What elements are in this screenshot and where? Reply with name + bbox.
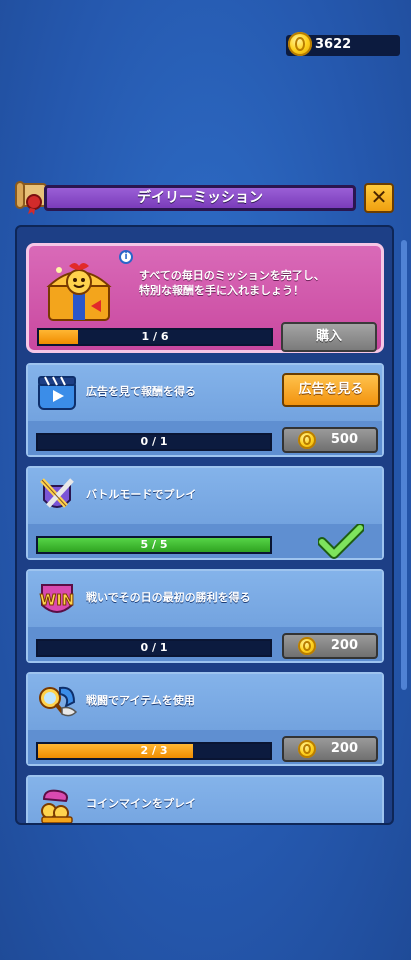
- mission-title: バトルモードでプレイ: [86, 488, 197, 501]
- treasure-chest-icon: [46, 263, 112, 321]
- mission-watch-ad: 広告を見て報酬を得る 広告を見る 0 / 1 500: [26, 363, 384, 457]
- reward-description: すべての毎日のミッションを完了し、 特別な報酬を手に入れましょう！: [139, 268, 379, 298]
- reward-progress-bar: 1 / 6: [37, 328, 273, 346]
- mission-progress-bar: 5 / 5: [36, 536, 272, 554]
- reward-progress-fill: [39, 330, 79, 344]
- page-title: デイリーミッション: [44, 185, 356, 211]
- mission-progress-bar: 2 / 3: [36, 742, 272, 760]
- scrollbar[interactable]: [401, 240, 407, 690]
- mission-first-win: WIN 戦いでその日の最初の勝利を得る 0 / 1 200: [26, 569, 384, 663]
- coin-mine-icon: [41, 789, 73, 823]
- mission-progress-text: 5 / 5: [140, 538, 168, 551]
- claim-reward-button[interactable]: 200: [282, 736, 378, 762]
- buy-button[interactable]: 購入: [281, 322, 377, 352]
- reward-amount: 200: [330, 638, 358, 653]
- video-ad-icon: [38, 376, 76, 410]
- reward-description-line1: すべての毎日のミッションを完了し、: [139, 269, 325, 282]
- mission-progress-fill: [38, 744, 194, 758]
- mission-use-item: 戦闘でアイテムを使用 2 / 3 200: [26, 672, 384, 766]
- check-icon: [318, 524, 364, 559]
- reward-description-line2: 特別な報酬を手に入れましょう！: [139, 284, 304, 297]
- svg-text:WIN: WIN: [40, 591, 75, 609]
- mission-progress-bar: 0 / 1: [36, 433, 272, 451]
- close-icon: ✕: [370, 185, 388, 209]
- reward-amount: 200: [330, 741, 358, 756]
- claim-reward-button[interactable]: 200: [282, 633, 378, 659]
- coin-icon: [298, 740, 316, 758]
- coin-icon: [298, 431, 316, 449]
- mission-progress-text: 2 / 3: [140, 744, 168, 757]
- coin-icon: [298, 637, 316, 655]
- crossed-swords-shield-icon: [40, 478, 74, 508]
- coin-counter: 3622: [286, 32, 400, 56]
- watch-ad-button[interactable]: 広告を見る: [282, 373, 380, 407]
- close-button[interactable]: ✕: [364, 183, 394, 213]
- magnifier-item-icon: [39, 686, 78, 717]
- mission-title: 広告を見て報酬を得る: [86, 385, 196, 398]
- mission-coin-mine: コインマインをプレイ: [26, 775, 384, 823]
- mission-progress-text: 0 / 1: [140, 641, 168, 654]
- coin-icon: [288, 32, 312, 56]
- mission-progress-bar: 0 / 1: [36, 639, 272, 657]
- claim-reward-button[interactable]: 500: [282, 427, 378, 453]
- reward-progress-text: 1 / 6: [141, 330, 169, 343]
- mission-progress-text: 0 / 1: [140, 435, 168, 448]
- reward-amount: 500: [330, 432, 358, 447]
- missions-panel: i すべての毎日のミッションを完了し、 特別な報酬を手に入れましょう！ 1 / …: [15, 225, 394, 825]
- mission-title: コインマインをプレイ: [86, 797, 196, 810]
- info-icon[interactable]: i: [119, 250, 133, 264]
- win-badge-icon: WIN: [39, 584, 75, 613]
- daily-reward-card: i すべての毎日のミッションを完了し、 特別な報酬を手に入れましょう！ 1 / …: [26, 243, 384, 353]
- mission-battle-mode: バトルモードでプレイ 5 / 5: [26, 466, 384, 560]
- coin-count: 3622: [315, 37, 352, 52]
- mission-title: 戦いでその日の最初の勝利を得る: [86, 591, 251, 604]
- mission-title: 戦闘でアイテムを使用: [86, 694, 195, 707]
